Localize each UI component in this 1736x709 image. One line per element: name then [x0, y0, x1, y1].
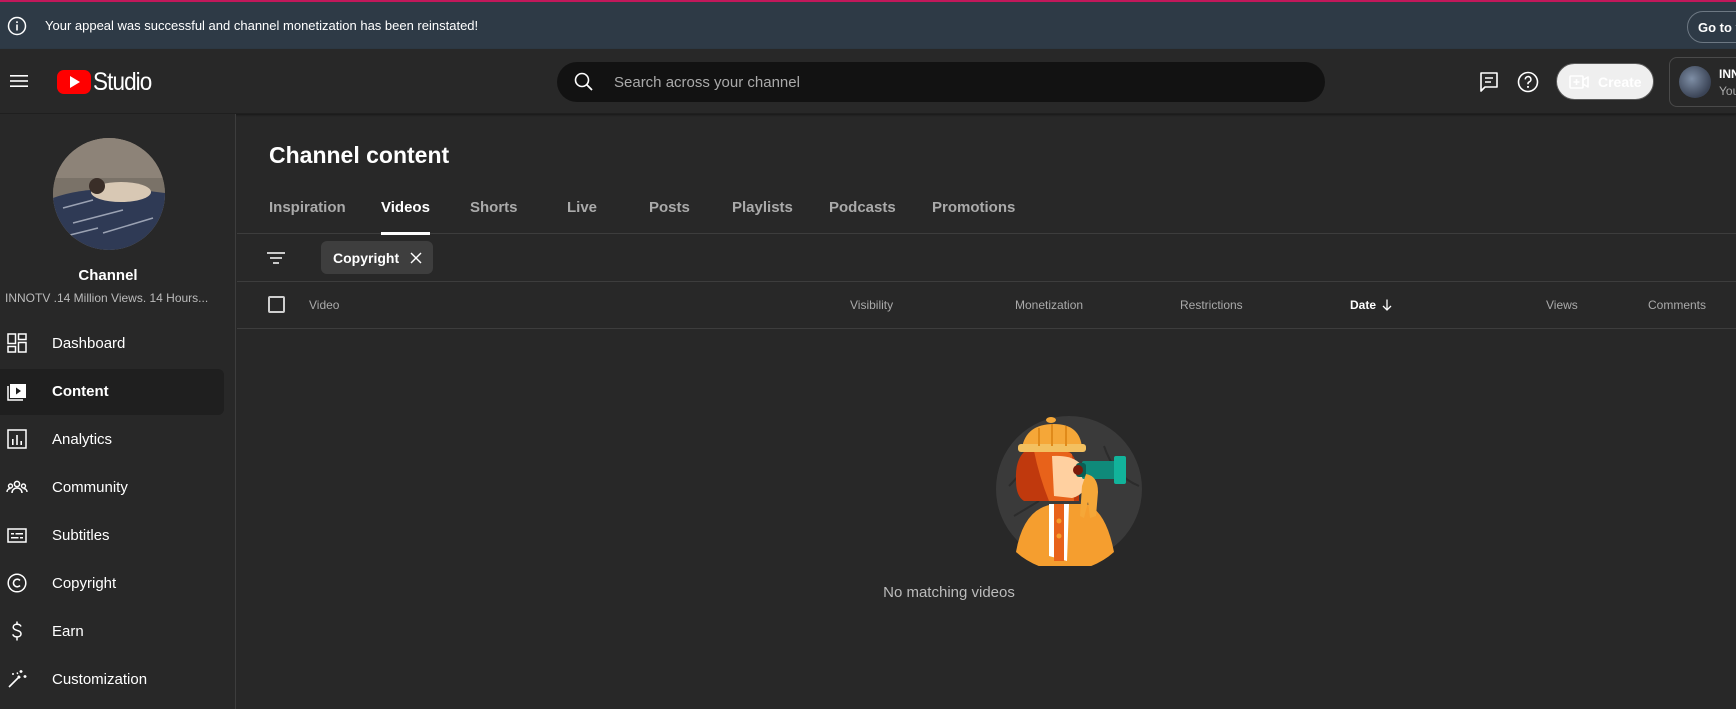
empty-state-message: No matching videos: [883, 584, 1015, 601]
sidebar-item-label: Community: [52, 479, 128, 496]
search-input[interactable]: [614, 62, 1304, 102]
studio-logo[interactable]: Studio: [57, 68, 158, 96]
tab-videos[interactable]: Videos: [381, 192, 430, 235]
youtube-logo-icon: [57, 70, 91, 94]
sidebar-item-customization[interactable]: Customization: [0, 657, 224, 703]
main-content: Channel content Inspiration Videos Short…: [237, 114, 1736, 709]
channel-avatar[interactable]: [53, 138, 165, 250]
dashboard-icon: [7, 333, 27, 353]
account-subtitle: You: [1719, 84, 1736, 98]
account-name: INN: [1719, 67, 1736, 81]
logo-text: Studio: [93, 67, 152, 96]
channel-description: INNOTV .14 Million Views. 14 Hours...: [5, 291, 209, 305]
page-title: Channel content: [269, 142, 450, 168]
column-visibility[interactable]: Visibility: [850, 298, 893, 312]
column-restrictions[interactable]: Restrictions: [1180, 298, 1243, 312]
sidebar-item-subtitles[interactable]: Subtitles: [0, 513, 224, 559]
select-all-checkbox[interactable]: [268, 296, 285, 313]
account-switcher[interactable]: INN You: [1669, 57, 1736, 107]
sidebar-item-label: Analytics: [52, 431, 113, 448]
earn-icon: [12, 621, 22, 641]
sidebar-item-analytics[interactable]: Analytics: [0, 417, 224, 463]
tab-posts[interactable]: Posts: [649, 192, 690, 234]
magic-wand-icon: [8, 670, 27, 688]
sidebar-item-label: Customization: [52, 671, 148, 688]
tab-inspiration[interactable]: Inspiration: [269, 192, 346, 234]
tab-promotions[interactable]: Promotions: [932, 192, 1015, 234]
column-monetization[interactable]: Monetization: [1015, 298, 1083, 312]
community-icon: [6, 480, 28, 494]
sidebar-item-content[interactable]: Content: [0, 369, 224, 415]
column-date-label: Date: [1350, 298, 1377, 312]
filter-chip-copyright[interactable]: Copyright: [321, 241, 434, 274]
detective-binoculars-illustration: [996, 416, 1142, 566]
feedback-icon[interactable]: [1477, 70, 1501, 94]
top-header: Studio Create INN You: [0, 49, 1736, 114]
copyright-icon: [7, 573, 27, 593]
close-icon[interactable]: [409, 251, 423, 265]
sidebar-item-label: Content: [52, 383, 109, 400]
sidebar-item-label: Copyright: [52, 575, 117, 592]
content-icon: [7, 384, 26, 401]
sidebar-item-label: Earn: [52, 623, 84, 640]
sidebar-item-label: Dashboard: [52, 335, 126, 352]
search-icon[interactable]: [573, 71, 595, 93]
tab-podcasts[interactable]: Podcasts: [829, 192, 896, 234]
column-video[interactable]: Video: [309, 298, 339, 312]
channel-photo: [53, 138, 165, 250]
sidebar-item-earn[interactable]: Earn: [0, 609, 224, 655]
table-header: Video Visibility Monetization Restrictio…: [237, 282, 1736, 329]
sidebar-item-community[interactable]: Community: [0, 465, 224, 511]
channel-label: Channel: [78, 267, 138, 284]
info-icon: [7, 16, 27, 36]
subtitles-icon: [7, 528, 27, 543]
sidebar-item-dashboard[interactable]: Dashboard: [0, 321, 224, 367]
filter-bar: Copyright: [237, 235, 1736, 282]
create-video-icon: [1569, 74, 1589, 89]
filter-icon[interactable]: [265, 247, 287, 269]
tab-live[interactable]: Live: [567, 192, 597, 234]
create-label: Create: [1598, 73, 1642, 90]
column-comments[interactable]: Comments: [1648, 298, 1706, 312]
sidebar: Channel INNOTV .14 Million Views. 14 Hou…: [0, 114, 236, 709]
sidebar-item-label: Subtitles: [52, 527, 110, 544]
analytics-icon: [7, 429, 27, 449]
arrow-down-icon: [1382, 299, 1392, 311]
notification-banner: Your appeal was successful and channel m…: [0, 0, 1736, 49]
menu-icon[interactable]: [8, 70, 30, 92]
tab-shorts[interactable]: Shorts: [470, 192, 518, 234]
go-to-button[interactable]: Go to y: [1687, 11, 1736, 43]
account-avatar: [1679, 66, 1711, 98]
search-bar[interactable]: [557, 62, 1325, 102]
help-icon[interactable]: [1516, 70, 1540, 94]
banner-message: Your appeal was successful and channel m…: [45, 18, 479, 33]
column-views[interactable]: Views: [1546, 298, 1578, 312]
column-date[interactable]: Date: [1350, 298, 1394, 312]
sidebar-item-copyright[interactable]: Copyright: [0, 561, 224, 607]
tab-playlists[interactable]: Playlists: [732, 192, 793, 234]
content-tabs: Inspiration Videos Shorts Live Posts Pla…: [237, 192, 1736, 235]
filter-chip-label: Copyright: [333, 249, 400, 266]
create-button[interactable]: Create: [1556, 63, 1654, 100]
